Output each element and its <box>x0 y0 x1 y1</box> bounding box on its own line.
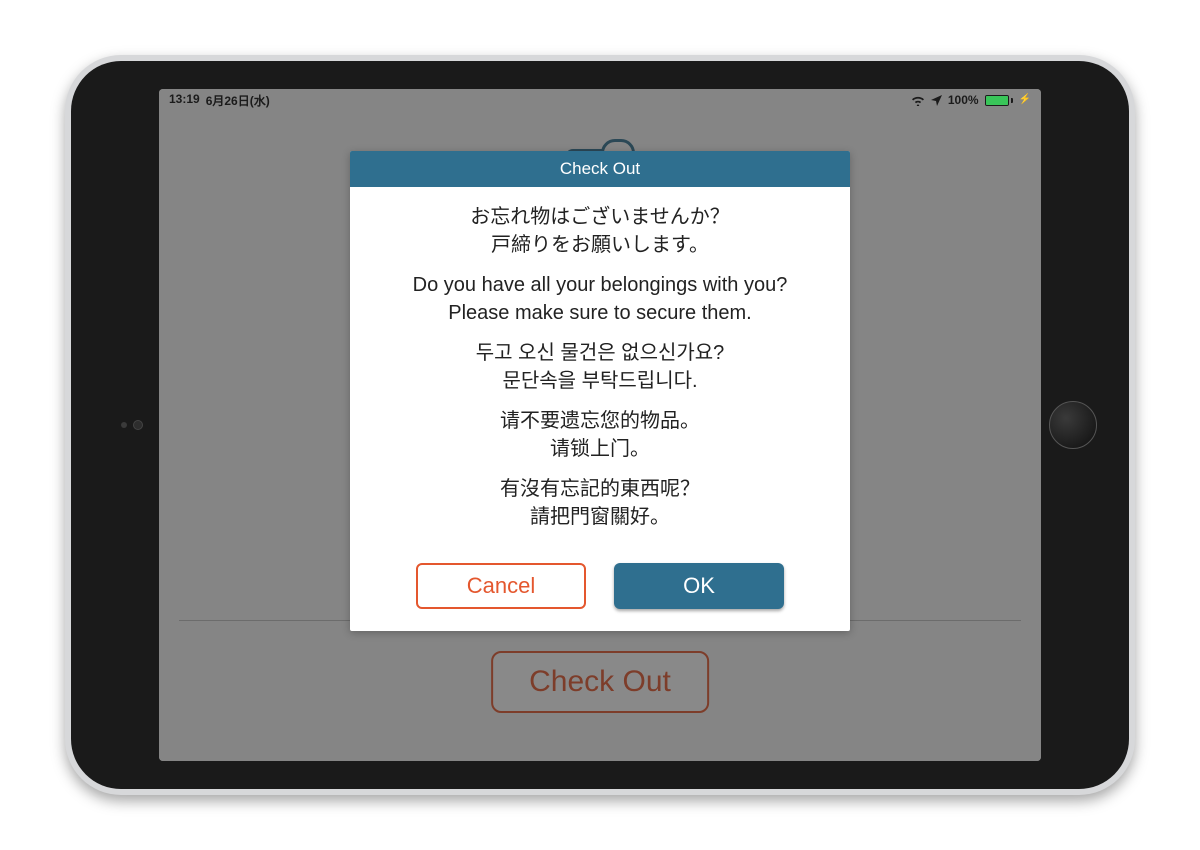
status-time: 13:19 <box>169 92 200 109</box>
modal-message-ja: お忘れ物はございませんか？ 戸締りをお願いします。 <box>370 203 830 259</box>
front-camera <box>121 420 143 430</box>
battery-percent: 100% <box>948 93 979 107</box>
status-date: 6月26日(水) <box>206 92 270 109</box>
modal-title: Check Out <box>350 151 850 187</box>
home-button[interactable] <box>1049 401 1097 449</box>
ok-button[interactable]: OK <box>614 563 784 609</box>
status-bar: 13:19 6月26日(水) 100% <box>159 89 1041 111</box>
modal-actions: Cancel OK <box>350 551 850 631</box>
modal-message-en: Do you have all your belongings with you… <box>370 271 830 327</box>
checkout-modal: Check Out お忘れ物はございませんか？ 戸締りをお願いします。 Do y… <box>350 151 850 631</box>
ipad-frame-body: Check Out 13:19 6月26日(水) <box>71 61 1129 789</box>
location-icon <box>931 95 942 106</box>
battery-icon <box>985 95 1013 106</box>
charging-icon: ⚡ <box>1019 95 1031 105</box>
modal-body: お忘れ物はございませんか？ 戸締りをお願いします。 Do you have al… <box>350 187 850 551</box>
modal-message-zh-cn: 请不要遗忘您的物品。 请锁上门。 <box>370 407 830 463</box>
modal-message-ko: 두고 오신 물건은 없으신가요? 문단속을 부탁드립니다. <box>370 339 830 395</box>
wifi-icon <box>911 95 925 106</box>
cancel-button[interactable]: Cancel <box>416 563 586 609</box>
ipad-frame-outer: Check Out 13:19 6月26日(水) <box>65 55 1135 795</box>
screen: Check Out 13:19 6月26日(水) <box>159 89 1041 761</box>
stage: Check Out 13:19 6月26日(水) <box>0 0 1200 850</box>
modal-message-zh-tw: 有沒有忘記的東西呢？ 請把門窗關好。 <box>370 475 830 531</box>
